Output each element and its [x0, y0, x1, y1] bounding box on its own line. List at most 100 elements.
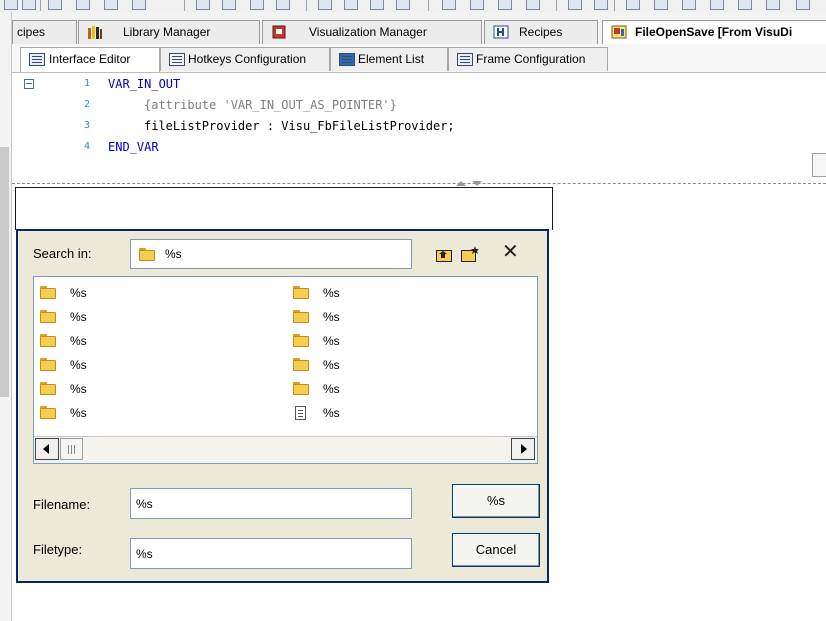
list-item[interactable]: %s — [38, 380, 238, 398]
editor-subtab-bar: Interface Editor Hotkeys Configuration E… — [12, 44, 826, 73]
folder-icon — [293, 382, 310, 395]
line-number: 1 — [83, 78, 90, 89]
toolbar-button[interactable] — [4, 0, 18, 10]
toolbar-button[interactable] — [738, 0, 752, 10]
visualization-frame — [15, 187, 553, 230]
tab-label: Visualization Manager — [309, 25, 427, 39]
filetype-select[interactable]: %s — [130, 538, 412, 569]
file-list[interactable]: %s %s %s %s %s %s %s %s %s %s %s %s — [33, 276, 538, 464]
toolbar-button[interactable] — [654, 0, 668, 10]
hotkeys-icon — [169, 53, 185, 66]
toolbar-button[interactable] — [396, 0, 410, 10]
toolbar-button[interactable] — [594, 0, 608, 10]
search-in-field[interactable]: %s — [130, 239, 412, 269]
document-icon — [295, 406, 306, 420]
filename-value: %s — [136, 497, 153, 511]
folder-icon — [40, 406, 57, 419]
delete-icon[interactable]: ✕ — [502, 242, 519, 262]
tab-frame-configuration[interactable]: Frame Configuration — [448, 47, 608, 71]
library-books-icon — [88, 26, 102, 39]
recipe-icon — [493, 25, 509, 39]
toolbar-button[interactable] — [526, 0, 540, 10]
toolbar-button[interactable] — [276, 0, 290, 10]
toolbar-button[interactable] — [344, 0, 358, 10]
filename-input[interactable]: %s — [130, 488, 412, 519]
tab-hotkeys-configuration[interactable]: Hotkeys Configuration — [160, 47, 330, 71]
code-line: fileListProvider : Visu_FbFileListProvid… — [144, 119, 455, 133]
toolbar-button[interactable] — [710, 0, 724, 10]
toolbar-button[interactable] — [470, 0, 484, 10]
list-item[interactable]: %s — [291, 404, 491, 422]
interface-editor-icon — [29, 53, 45, 66]
toolbar-button[interactable] — [48, 0, 62, 10]
frame-configuration-icon — [457, 53, 473, 66]
scroll-left-button[interactable] — [35, 438, 59, 460]
toolbar-button[interactable] — [250, 0, 264, 10]
subtab-label: Element List — [358, 52, 425, 66]
cancel-button[interactable]: Cancel — [452, 533, 540, 567]
editor-splitter[interactable] — [12, 183, 826, 185]
list-item[interactable]: %s — [291, 308, 491, 326]
ok-button[interactable]: %s — [452, 484, 540, 518]
list-item[interactable]: %s — [38, 332, 238, 350]
toolbar-button[interactable] — [104, 0, 118, 10]
document-tab-bar: cipes Library Manager Visualization Mana… — [12, 12, 826, 44]
toolbar-separator — [428, 0, 429, 11]
line-number: 4 — [83, 141, 90, 152]
list-item[interactable]: %s — [38, 356, 238, 374]
collapse-toggle[interactable] — [24, 79, 34, 89]
filetype-value: %s — [136, 547, 153, 561]
list-item[interactable]: %s — [38, 284, 238, 302]
toolbar-button[interactable] — [76, 0, 90, 10]
list-item[interactable]: %s — [291, 332, 491, 350]
folder-icon — [139, 248, 156, 261]
toolbar-button[interactable] — [626, 0, 640, 10]
new-folder-icon[interactable] — [461, 245, 481, 262]
toolbar-button[interactable] — [196, 0, 210, 10]
up-folder-icon[interactable] — [436, 248, 452, 262]
tab-recipes-partial[interactable]: cipes — [12, 20, 77, 44]
tab-element-list[interactable]: Element List — [330, 47, 448, 71]
tab-interface-editor[interactable]: Interface Editor — [20, 47, 160, 72]
scroll-right-button[interactable] — [511, 438, 535, 460]
subtab-label: Frame Configuration — [476, 52, 586, 66]
tab-fileopensave[interactable]: FileOpenSave [From VisuDi — [602, 20, 826, 44]
code-line: {attribute 'VAR_IN_OUT_AS_POINTER'} — [144, 98, 397, 112]
toolbar-button[interactable] — [318, 0, 332, 10]
toolbar-button[interactable] — [22, 0, 36, 10]
folder-icon — [293, 334, 310, 347]
visualization-icon — [611, 25, 627, 39]
toolbar-button[interactable] — [132, 0, 146, 10]
toolbar-button[interactable] — [442, 0, 456, 10]
declaration-editor[interactable]: 1 VAR_IN_OUT 2 {attribute 'VAR_IN_OUT_AS… — [12, 73, 826, 183]
folder-icon — [293, 286, 310, 299]
toolbar-separator — [184, 0, 185, 11]
scroll-thumb[interactable] — [60, 438, 83, 460]
toolbar-button[interactable] — [222, 0, 236, 10]
toolbar-button[interactable] — [370, 0, 384, 10]
tab-visualization-manager[interactable]: Visualization Manager — [262, 20, 482, 44]
left-panel-strip — [0, 147, 9, 397]
search-in-label: Search in: — [33, 246, 92, 261]
list-item[interactable]: %s — [291, 356, 491, 374]
file-open-save-dialog: Search in: %s ✕ %s %s %s %s %s %s %s %s … — [16, 229, 549, 583]
tab-library-manager[interactable]: Library Manager — [78, 20, 260, 44]
toolbar-button[interactable] — [796, 0, 810, 10]
editor-scroll-button[interactable] — [812, 153, 826, 177]
list-item[interactable]: %s — [291, 380, 491, 398]
list-item[interactable]: %s — [38, 404, 238, 422]
list-item[interactable]: %s — [291, 284, 491, 302]
toolbar-button[interactable] — [568, 0, 582, 10]
list-item[interactable]: %s — [38, 308, 238, 326]
toolbar-button[interactable] — [498, 0, 512, 10]
main-toolbar — [0, 0, 826, 12]
search-in-value: %s — [165, 247, 182, 261]
toolbar-button[interactable] — [766, 0, 780, 10]
tab-recipes[interactable]: Recipes — [484, 20, 598, 44]
tab-label: Recipes — [519, 25, 563, 39]
tab-label: FileOpenSave [From VisuDi — [635, 25, 793, 39]
toolbar-button[interactable] — [682, 0, 696, 10]
folder-icon — [293, 310, 310, 323]
element-list-icon — [339, 53, 355, 66]
file-list-horizontal-scrollbar[interactable] — [34, 436, 537, 463]
